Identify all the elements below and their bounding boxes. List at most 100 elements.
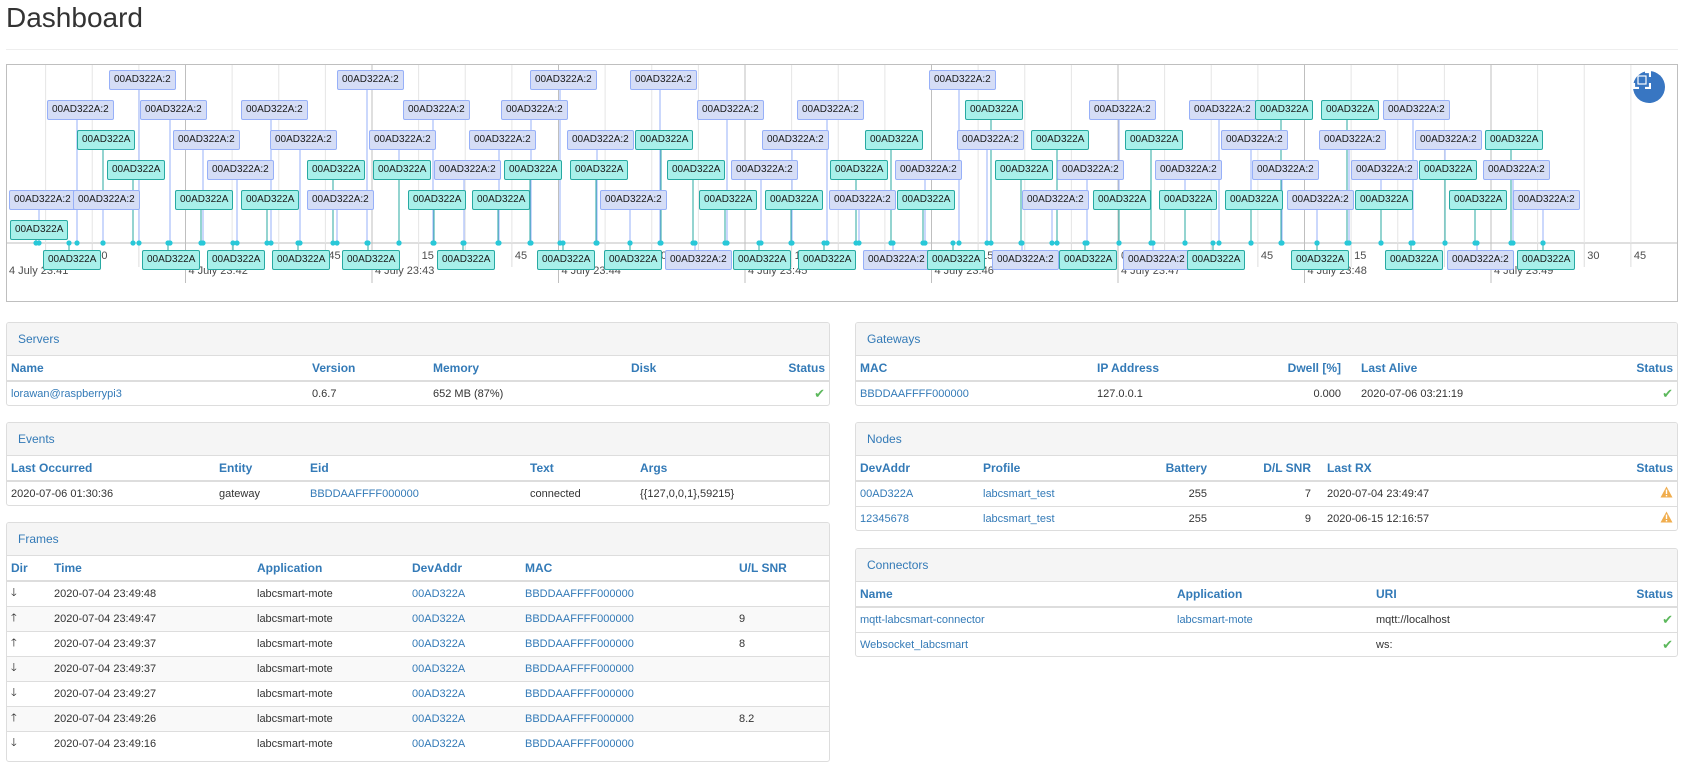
connector-app-link[interactable]: labcsmart-mote (1177, 614, 1253, 626)
downlink-event[interactable]: 00AD322A:2 (47, 100, 114, 120)
col-dwell[interactable]: Dwell [%] (1247, 356, 1345, 382)
uplink-event[interactable]: 00AD322A (472, 190, 531, 210)
downlink-event[interactable]: 00AD322A:2 (1383, 100, 1450, 120)
downlink-event[interactable]: 00AD322A:2 (1123, 250, 1190, 270)
downlink-event[interactable]: 00AD322A:2 (1089, 100, 1156, 120)
frame-devaddr-link[interactable]: 00AD322A (412, 588, 465, 600)
downlink-event[interactable]: 00AD322A:2 (1415, 130, 1482, 150)
fullscreen-button[interactable] (1633, 71, 1665, 103)
downlink-event[interactable]: 00AD322A:2 (863, 250, 930, 270)
frame-devaddr-link[interactable]: 00AD322A (412, 663, 465, 675)
node-devaddr-link[interactable]: 12345678 (860, 513, 909, 525)
node-devaddr-link[interactable]: 00AD322A (860, 488, 913, 500)
col-name[interactable]: Name (856, 582, 1173, 608)
downlink-event[interactable]: 00AD322A:2 (630, 70, 697, 90)
downlink-event[interactable]: 00AD322A:2 (1447, 250, 1514, 270)
downlink-event[interactable]: 00AD322A:2 (73, 190, 140, 210)
uplink-event[interactable]: 00AD322A (865, 130, 924, 150)
table-row[interactable]: 🡓 2020-07-04 23:49:16 labcsmart-mote 00AD32… (7, 730, 829, 756)
downlink-event[interactable]: 00AD322A:2 (9, 190, 76, 210)
downlink-event[interactable]: 00AD322A:2 (403, 100, 470, 120)
col-eid[interactable]: Eid (306, 456, 526, 482)
downlink-event[interactable]: 00AD322A:2 (762, 130, 829, 150)
frame-devaddr-link[interactable]: 00AD322A (412, 638, 465, 650)
col-mac[interactable]: MAC (521, 556, 735, 582)
downlink-event[interactable]: 00AD322A:2 (469, 130, 536, 150)
uplink-event[interactable]: 00AD322A (995, 160, 1054, 180)
uplink-event[interactable]: 00AD322A (699, 190, 758, 210)
uplink-event[interactable]: 00AD322A (830, 160, 889, 180)
frame-mac-link[interactable]: BBDDAAFFFF000000 (525, 713, 634, 725)
downlink-event[interactable]: 00AD322A:2 (1513, 190, 1580, 210)
downlink-event[interactable]: 00AD322A:2 (1351, 160, 1418, 180)
uplink-event[interactable]: 00AD322A (373, 160, 432, 180)
uplink-event[interactable]: 00AD322A (1225, 190, 1284, 210)
downlink-event[interactable]: 00AD322A:2 (241, 100, 308, 120)
col-text[interactable]: Text (526, 456, 636, 482)
table-row[interactable]: 🡑 2020-07-04 23:49:37 labcsmart-mote 00AD32… (7, 630, 829, 656)
col-last-alive[interactable]: Last Alive (1345, 356, 1615, 382)
col-last-rx[interactable]: Last RX (1315, 456, 1615, 482)
uplink-event[interactable]: 00AD322A (342, 250, 401, 270)
uplink-event[interactable]: 00AD322A (1159, 190, 1218, 210)
downlink-event[interactable]: 00AD322A:2 (1057, 160, 1124, 180)
uplink-event[interactable]: 00AD322A (142, 250, 201, 270)
node-profile-link[interactable]: labcsmart_test (983, 513, 1055, 525)
table-row[interactable]: 🡑 2020-07-04 23:49:26 labcsmart-mote 00AD32… (7, 705, 829, 731)
connector-name-link[interactable]: mqtt-labcsmart-connector (860, 614, 985, 626)
downlink-event[interactable]: 00AD322A:2 (1319, 130, 1386, 150)
uplink-event[interactable]: 00AD322A (408, 190, 467, 210)
col-mac[interactable]: MAC (856, 356, 1093, 382)
col-status[interactable]: Status (1615, 356, 1677, 382)
uplink-event[interactable]: 00AD322A (43, 250, 102, 270)
uplink-event[interactable]: 00AD322A (1255, 100, 1314, 120)
uplink-event[interactable]: 00AD322A (1385, 250, 1444, 270)
frames-timeline[interactable]: 1530450153045015304501530450153045015304… (6, 64, 1678, 302)
uplink-event[interactable]: 00AD322A (272, 250, 331, 270)
uplink-event[interactable]: 00AD322A (897, 190, 956, 210)
downlink-event[interactable]: 00AD322A:2 (665, 250, 732, 270)
downlink-event[interactable]: 00AD322A:2 (501, 100, 568, 120)
uplink-event[interactable]: 00AD322A (765, 190, 824, 210)
col-memory[interactable]: Memory (429, 356, 627, 382)
uplink-event[interactable]: 00AD322A (1031, 130, 1090, 150)
uplink-event[interactable]: 00AD322A (1485, 130, 1544, 150)
uplink-event[interactable]: 00AD322A (965, 100, 1024, 120)
downlink-event[interactable]: 00AD322A:2 (1287, 190, 1354, 210)
col-time[interactable]: Time (50, 556, 253, 582)
col-args[interactable]: Args (636, 456, 829, 482)
uplink-event[interactable]: 00AD322A (537, 250, 596, 270)
col-name[interactable]: Name (7, 356, 308, 382)
downlink-event[interactable]: 00AD322A:2 (600, 190, 667, 210)
frame-mac-link[interactable]: BBDDAAFFFF000000 (525, 588, 634, 600)
downlink-event[interactable]: 00AD322A:2 (697, 100, 764, 120)
uplink-event[interactable]: 00AD322A (437, 250, 496, 270)
uplink-event[interactable]: 00AD322A (1187, 250, 1246, 270)
frame-mac-link[interactable]: BBDDAAFFFF000000 (525, 688, 634, 700)
col-devaddr[interactable]: DevAddr (408, 556, 521, 582)
gateway-mac-link[interactable]: BBDDAAFFFF000000 (860, 388, 969, 400)
col-status[interactable]: Status (781, 356, 829, 382)
downlink-event[interactable]: 00AD322A:2 (1252, 160, 1319, 180)
connector-name-link[interactable]: Websocket_labcsmart (860, 639, 968, 651)
uplink-event[interactable]: 00AD322A (1449, 190, 1508, 210)
col-dl-snr[interactable]: D/L SNR (1211, 456, 1315, 482)
uplink-event[interactable]: 00AD322A (77, 130, 136, 150)
downlink-event[interactable]: 00AD322A:2 (957, 130, 1024, 150)
downlink-event[interactable]: 00AD322A:2 (731, 160, 798, 180)
col-devaddr[interactable]: DevAddr (856, 456, 979, 482)
uplink-event[interactable]: 00AD322A (10, 220, 69, 240)
event-eid-link[interactable]: BBDDAAFFFF000000 (310, 488, 419, 500)
col-disk[interactable]: Disk (627, 356, 781, 382)
table-row[interactable]: 🡑 2020-07-04 23:49:47 labcsmart-mote 00AD32… (7, 605, 829, 631)
col-entity[interactable]: Entity (215, 456, 306, 482)
table-row[interactable]: 🡓 2020-07-04 23:49:27 labcsmart-mote 00AD32… (7, 680, 829, 706)
frame-mac-link[interactable]: BBDDAAFFFF000000 (525, 613, 634, 625)
col-ip-address[interactable]: IP Address (1093, 356, 1247, 382)
frame-mac-link[interactable]: BBDDAAFFFF000000 (525, 663, 634, 675)
uplink-event[interactable]: 00AD322A (667, 160, 726, 180)
uplink-event[interactable]: 00AD322A (107, 160, 166, 180)
downlink-event[interactable]: 00AD322A:2 (797, 100, 864, 120)
downlink-event[interactable]: 00AD322A:2 (173, 130, 240, 150)
downlink-event[interactable]: 00AD322A:2 (307, 190, 374, 210)
